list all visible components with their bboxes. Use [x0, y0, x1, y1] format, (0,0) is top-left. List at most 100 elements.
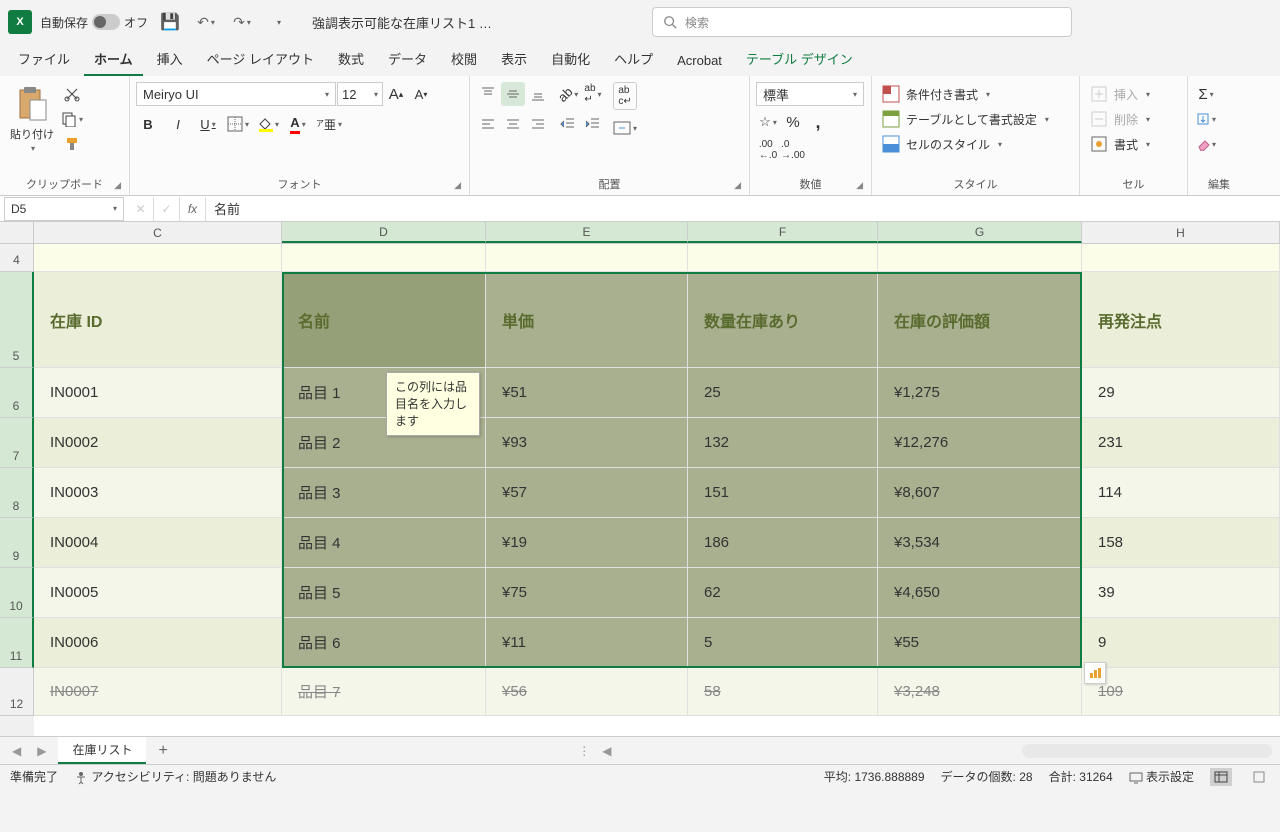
- row-header-9[interactable]: 9: [0, 518, 34, 568]
- col-header-D[interactable]: D: [282, 222, 486, 243]
- align-middle-button[interactable]: [501, 82, 525, 106]
- font-launcher[interactable]: ◢: [454, 180, 461, 191]
- table-cell[interactable]: 品目 7: [282, 668, 486, 716]
- table-cell[interactable]: 109: [1082, 668, 1280, 716]
- clipboard-launcher[interactable]: ◢: [114, 180, 121, 191]
- horizontal-scrollbar[interactable]: [1022, 744, 1272, 758]
- decrease-indent-button[interactable]: [556, 112, 580, 136]
- hscroll-left[interactable]: ◀: [598, 744, 615, 758]
- table-cell[interactable]: ¥8,607: [878, 468, 1082, 518]
- format-table-button[interactable]: テーブルとして書式設定▾: [878, 107, 1053, 131]
- cell[interactable]: [688, 244, 878, 272]
- shrink-font-button[interactable]: A▾: [409, 82, 433, 106]
- new-sheet-button[interactable]: +: [154, 742, 171, 760]
- sheet-tab[interactable]: 在庫リスト: [58, 737, 146, 764]
- row-header-12[interactable]: 12: [0, 668, 34, 716]
- col-header-F[interactable]: F: [688, 222, 878, 243]
- font-size-select[interactable]: 12▾: [337, 82, 383, 106]
- row-header-11[interactable]: 11: [0, 618, 34, 668]
- row-header-5[interactable]: 5: [0, 272, 34, 368]
- table-cell[interactable]: ¥75: [486, 568, 688, 618]
- row-header-8[interactable]: 8: [0, 468, 34, 518]
- autosave-toggle[interactable]: 自動保存 オフ: [40, 14, 148, 31]
- cell[interactable]: [282, 244, 486, 272]
- page-layout-view-button[interactable]: [1248, 768, 1270, 786]
- cell[interactable]: [34, 244, 282, 272]
- table-cell[interactable]: 39: [1082, 568, 1280, 618]
- align-center-button[interactable]: [501, 112, 525, 136]
- name-box[interactable]: D5▾: [4, 197, 124, 221]
- paste-button[interactable]: 貼り付け ▾: [6, 82, 58, 157]
- tab-insert[interactable]: 挿入: [147, 43, 193, 76]
- tab-automate[interactable]: 自動化: [541, 43, 600, 76]
- italic-button[interactable]: I: [166, 112, 190, 136]
- clear-button[interactable]: ▾: [1194, 132, 1218, 156]
- row-header-6[interactable]: 6: [0, 368, 34, 418]
- table-cell[interactable]: ¥3,534: [878, 518, 1082, 568]
- table-cell[interactable]: ¥4,650: [878, 568, 1082, 618]
- table-cell[interactable]: 5: [688, 618, 878, 668]
- table-cell[interactable]: 29: [1082, 368, 1280, 418]
- tab-home[interactable]: ホーム: [84, 43, 143, 76]
- table-header[interactable]: 単価: [486, 272, 688, 368]
- table-cell[interactable]: 9: [1082, 618, 1280, 668]
- table-cell[interactable]: 品目 4: [282, 518, 486, 568]
- tab-view[interactable]: 表示: [491, 43, 537, 76]
- table-cell[interactable]: ¥12,276: [878, 418, 1082, 468]
- cell[interactable]: [1082, 244, 1280, 272]
- orientation-button[interactable]: ab▾: [556, 82, 580, 106]
- table-cell[interactable]: ¥56: [486, 668, 688, 716]
- insert-cells-button[interactable]: 挿入▾: [1086, 82, 1154, 106]
- table-header[interactable]: 在庫の評価額: [878, 272, 1082, 368]
- merge-button[interactable]: ▾: [613, 116, 637, 140]
- row-header-10[interactable]: 10: [0, 568, 34, 618]
- delete-cells-button[interactable]: 削除▾: [1086, 107, 1154, 131]
- table-cell[interactable]: ¥93: [486, 418, 688, 468]
- col-header-E[interactable]: E: [486, 222, 688, 243]
- sheet-nav-next[interactable]: ▶: [33, 744, 50, 758]
- cancel-fx-button[interactable]: ✕: [128, 197, 154, 221]
- table-cell[interactable]: IN0001: [34, 368, 282, 418]
- increase-decimal-button[interactable]: .00←.0: [756, 138, 780, 162]
- underline-button[interactable]: U▾: [196, 112, 220, 136]
- enter-fx-button[interactable]: ✓: [154, 197, 180, 221]
- tab-data[interactable]: データ: [378, 43, 437, 76]
- font-name-select[interactable]: Meiryo UI▾: [136, 82, 336, 106]
- decrease-decimal-button[interactable]: .0→.00: [781, 138, 805, 162]
- table-cell[interactable]: 品目 6: [282, 618, 486, 668]
- tab-pagelayout[interactable]: ページ レイアウト: [197, 43, 324, 76]
- table-cell[interactable]: ¥19: [486, 518, 688, 568]
- table-cell[interactable]: IN0004: [34, 518, 282, 568]
- smart-tag-button[interactable]: [1084, 662, 1106, 684]
- table-cell[interactable]: IN0005: [34, 568, 282, 618]
- percent-button[interactable]: %: [781, 110, 805, 134]
- undo-button[interactable]: ↶▾: [192, 8, 220, 36]
- accounting-button[interactable]: ☆▾: [756, 110, 780, 134]
- tab-tabledesign[interactable]: テーブル デザイン: [736, 43, 863, 76]
- accessibility-status[interactable]: アクセシビリティ: 問題ありません: [74, 768, 276, 785]
- font-color-button[interactable]: A▾: [286, 112, 310, 136]
- table-cell[interactable]: ¥57: [486, 468, 688, 518]
- cell[interactable]: [486, 244, 688, 272]
- tab-acrobat[interactable]: Acrobat: [667, 47, 732, 76]
- table-cell[interactable]: ¥1,275: [878, 368, 1082, 418]
- table-cell[interactable]: ¥11: [486, 618, 688, 668]
- table-cell[interactable]: 158: [1082, 518, 1280, 568]
- table-cell[interactable]: 132: [688, 418, 878, 468]
- col-header-C[interactable]: C: [34, 222, 282, 243]
- grow-font-button[interactable]: A▴: [384, 82, 408, 106]
- tab-review[interactable]: 校閲: [441, 43, 487, 76]
- wrap-alt-button[interactable]: ab↵▾: [581, 82, 605, 106]
- table-header[interactable]: 名前: [282, 272, 486, 368]
- table-cell[interactable]: ¥55: [878, 618, 1082, 668]
- row-header-7[interactable]: 7: [0, 418, 34, 468]
- cell[interactable]: [878, 244, 1082, 272]
- table-cell[interactable]: IN0003: [34, 468, 282, 518]
- align-top-button[interactable]: [476, 82, 500, 106]
- table-cell[interactable]: 25: [688, 368, 878, 418]
- align-bottom-button[interactable]: [526, 82, 550, 106]
- save-button[interactable]: 💾: [156, 8, 184, 36]
- table-cell[interactable]: 186: [688, 518, 878, 568]
- borders-button[interactable]: ▾: [226, 112, 250, 136]
- bold-button[interactable]: B: [136, 112, 160, 136]
